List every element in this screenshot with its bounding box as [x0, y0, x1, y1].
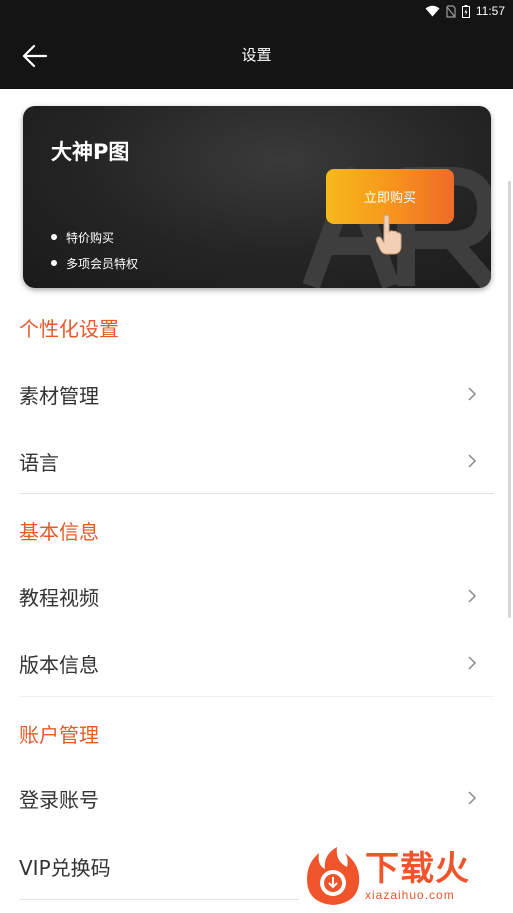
settings-item-label: VIP兑换码 [19, 855, 111, 880]
settings-content: 大神P图 特价购买 多项会员特权 立即购买 个性化设置 素材管理 语言 基本信息 [0, 89, 513, 913]
promo-feature: 特价购买 [51, 224, 138, 250]
promo-feature-label: 特价购买 [66, 230, 115, 245]
promo-feature-label: 多项会员特权 [66, 256, 139, 271]
settings-item-language[interactable]: 语言 [0, 431, 513, 491]
bullet-dot-icon [51, 260, 57, 266]
chevron-right-icon [468, 656, 477, 670]
section-title-basic-info: 基本信息 [19, 520, 99, 544]
settings-item-material-management[interactable]: 素材管理 [0, 364, 513, 424]
settings-item-label: 教程视频 [19, 585, 99, 610]
section-divider [19, 899, 299, 900]
section-divider [19, 493, 494, 494]
status-time: 11:57 [475, 4, 505, 18]
settings-item-label: 版本信息 [19, 652, 99, 677]
chevron-right-icon [468, 791, 477, 805]
page-title: 设置 [241, 46, 272, 64]
section-title-personalization: 个性化设置 [19, 317, 119, 341]
promo-feature: 多项会员特权 [51, 250, 138, 276]
section-divider [19, 696, 494, 697]
chevron-right-icon [468, 589, 477, 603]
chevron-right-icon [468, 454, 477, 468]
flame-logo-icon [307, 847, 360, 905]
settings-item-label: 素材管理 [19, 383, 99, 408]
vip-promo-banner: 大神P图 特价购买 多项会员特权 立即购买 [23, 106, 491, 288]
watermark-domain: xiazaihuo.com [365, 888, 455, 902]
settings-item-login-account[interactable]: 登录账号 [0, 768, 513, 828]
promo-feature-list: 特价购买 多项会员特权 [51, 224, 138, 276]
watermark-name: 下载火 [365, 849, 470, 889]
status-bar: 11:57 [0, 0, 513, 22]
settings-item-label: 语言 [19, 450, 59, 475]
watermark-logo: 下载火 xiazaihuo.com [303, 845, 470, 907]
no-sim-icon [446, 4, 456, 18]
settings-item-tutorial-video[interactable]: 教程视频 [0, 566, 513, 626]
promo-brand: 大神P图 [51, 140, 130, 164]
buy-now-label: 立即购买 [363, 191, 416, 206]
section-title-account: 账户管理 [19, 723, 99, 747]
settings-item-label: 登录账号 [19, 787, 99, 812]
pointing-hand-icon [375, 214, 402, 255]
chevron-right-icon [468, 387, 477, 401]
bullet-dot-icon [51, 234, 57, 240]
battery-icon [461, 4, 470, 18]
wifi-icon [425, 5, 440, 17]
settings-item-version-info[interactable]: 版本信息 [0, 633, 513, 693]
app-bar: 设置 [0, 22, 513, 89]
scrollbar[interactable] [508, 181, 511, 618]
